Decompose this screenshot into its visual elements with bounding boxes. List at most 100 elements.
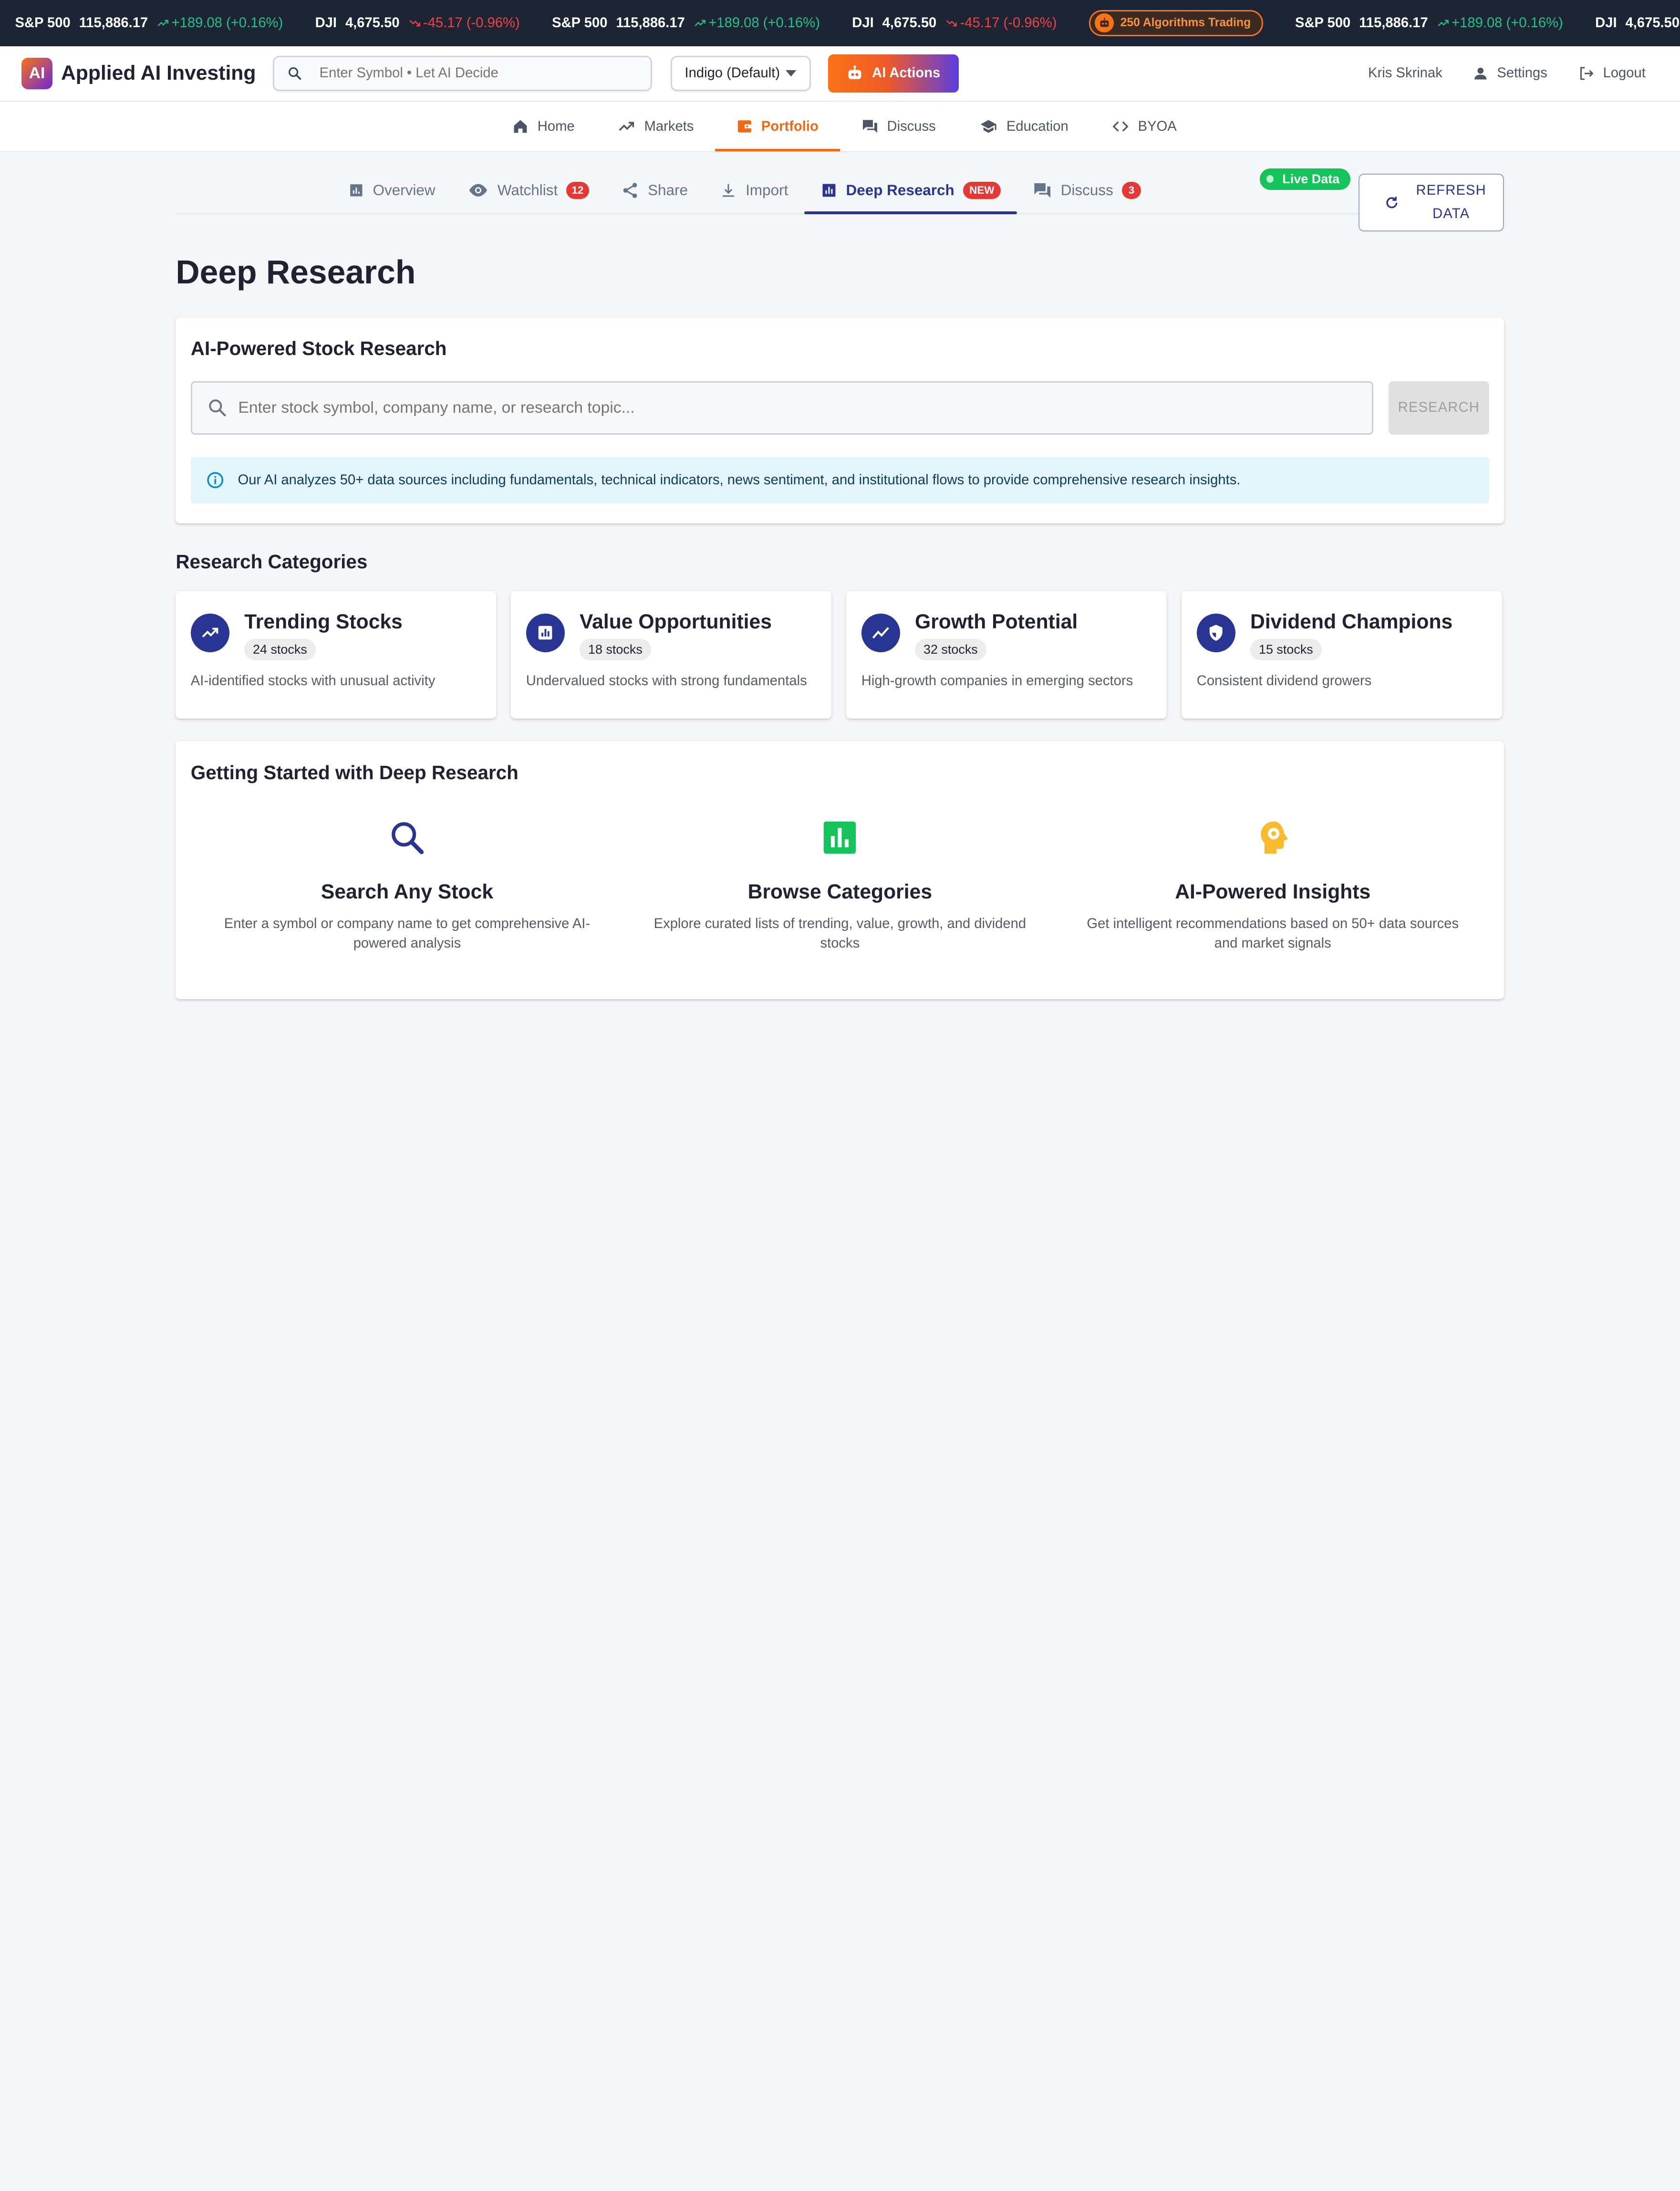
theme-select[interactable]: Indigo (Default) — [670, 55, 811, 91]
ticker-symbol: S&P 500 — [1295, 15, 1351, 31]
search-icon — [392, 822, 424, 854]
research-button[interactable]: RESEARCH — [1388, 381, 1489, 435]
research-card-title: AI-Powered Stock Research — [190, 337, 447, 359]
bar-chart-icon — [350, 184, 363, 197]
nav-discuss[interactable]: Discuss — [840, 102, 957, 151]
ticker-item: S&P 500 115,886.17 +189.08 (+0.16%) — [15, 15, 283, 31]
portfolio-tabs: Overview Watchlist 12 Share Import Deep … — [176, 167, 1365, 215]
ai-actions-label: AI Actions — [872, 65, 941, 81]
step-description: Explore curated lists of trending, value… — [653, 916, 1027, 951]
theme-select-value: Indigo (Default) — [684, 65, 780, 81]
step-title: Browse Categories — [747, 880, 933, 903]
category-description: AI-identified stocks with unusual activi… — [190, 673, 436, 689]
main-nav: Home Markets Portfolio Discuss Education… — [0, 102, 1680, 152]
settings-label: Settings — [1497, 65, 1547, 81]
home-icon — [514, 120, 527, 133]
page: S&P 500 115,886.17 +189.08 (+0.16%) DJI … — [0, 0, 1680, 1096]
category-card-value[interactable]: Value Opportunities 18 stocks Undervalue… — [511, 591, 831, 719]
category-card-trending[interactable]: Trending Stocks 24 stocks AI-identified … — [176, 591, 496, 719]
info-alert: Our AI analyzes 50+ data sources includi… — [190, 457, 1489, 503]
ticker-value: 4,675.50 — [1625, 15, 1680, 31]
bar-chart-icon — [824, 821, 856, 854]
user-name[interactable]: Kris Skrinak — [1368, 65, 1442, 81]
algorithms-trading-badge[interactable]: 250 Algorithms Trading — [1089, 10, 1263, 36]
ai-actions-button[interactable]: AI Actions — [828, 54, 959, 93]
ticker-item: DJI 4,675.50 -45.17 (-0.96%) — [852, 15, 1057, 31]
getting-started-card: Getting Started with Deep Research Searc… — [176, 741, 1504, 1000]
ticker-change: +189.08 (+0.16%) — [171, 15, 283, 31]
app-logo[interactable]: AI Applied AI Investing — [21, 58, 256, 89]
tab-overview-label: Overview — [373, 181, 436, 198]
step-browse: Browse Categories Explore curated lists … — [623, 816, 1056, 953]
nav-home-label: Home — [537, 118, 575, 134]
symbol-search[interactable] — [273, 55, 653, 91]
tab-discuss-label: Discuss — [1060, 181, 1113, 198]
nav-portfolio[interactable]: Portfolio — [715, 102, 840, 152]
tab-watchlist[interactable]: Watchlist 12 — [451, 167, 605, 213]
nav-markets[interactable]: Markets — [596, 102, 716, 151]
trending-down-icon — [409, 20, 420, 27]
person-icon — [1474, 68, 1487, 80]
symbol-search-input[interactable] — [319, 65, 620, 82]
research-input[interactable] — [238, 398, 1357, 417]
category-description: Consistent dividend growers — [1196, 673, 1372, 689]
category-title: Growth Potential — [915, 610, 1078, 634]
top-app-bar: AI Applied AI Investing Indigo (Default)… — [0, 46, 1680, 102]
ticker-change: +189.08 (+0.16%) — [708, 15, 820, 31]
trending-up-icon — [190, 613, 229, 652]
category-card-dividend[interactable]: Dividend Champions 15 stocks Consistent … — [1182, 591, 1502, 719]
ticker-item: DJI 4,675.50 — [1595, 15, 1680, 31]
ticker-change: -45.17 (-0.96%) — [960, 15, 1057, 31]
tab-watchlist-label: Watchlist — [497, 181, 558, 198]
robot-icon — [1094, 13, 1114, 33]
tab-import[interactable]: Import — [704, 167, 804, 213]
main-content: Deep Research AI-Powered Stock Research … — [176, 214, 1504, 1000]
watchlist-count-badge: 12 — [566, 181, 589, 199]
ticker-symbol: S&P 500 — [552, 15, 608, 31]
nav-portfolio-label: Portfolio — [761, 118, 819, 134]
psychology-icon — [1260, 821, 1287, 854]
tab-deep-research[interactable]: Deep Research NEW — [804, 167, 1017, 215]
nav-home[interactable]: Home — [490, 102, 596, 151]
live-indicator-dot — [1266, 175, 1274, 183]
search-icon — [289, 67, 301, 80]
ticker-symbol: S&P 500 — [15, 15, 71, 31]
nav-byoa[interactable]: BYOA — [1090, 102, 1198, 151]
ticker-symbol: DJI — [315, 15, 337, 31]
info-text: Our AI analyzes 50+ data sources includi… — [238, 472, 1241, 488]
forum-icon — [862, 120, 877, 133]
logout-label: Logout — [1603, 65, 1646, 81]
category-description: Undervalued stocks with strong fundament… — [526, 673, 807, 689]
nav-byoa-label: BYOA — [1138, 118, 1177, 134]
nav-education[interactable]: Education — [957, 102, 1090, 151]
refresh-label-line1: REFRESH — [1416, 183, 1486, 198]
school-icon — [980, 120, 996, 133]
code-icon — [1112, 121, 1129, 132]
tab-share[interactable]: Share — [605, 167, 704, 213]
settings-link[interactable]: Settings — [1473, 65, 1547, 82]
trending-up-icon — [695, 20, 705, 26]
ticker-change: +189.08 (+0.16%) — [1452, 15, 1563, 31]
show-chart-icon — [861, 613, 900, 652]
tab-discuss[interactable]: Discuss 3 — [1017, 167, 1157, 213]
category-card-growth[interactable]: Growth Potential 32 stocks High-growth c… — [846, 591, 1167, 719]
ticker-item: S&P 500 115,886.17 +189.08 (+0.16%) — [552, 15, 820, 31]
live-data-label: Live Data — [1282, 171, 1340, 186]
logout-link[interactable]: Logout — [1577, 65, 1646, 82]
research-search[interactable] — [190, 381, 1374, 435]
wallet-icon — [738, 120, 752, 133]
analytics-icon — [822, 184, 836, 197]
ticker-symbol: DJI — [852, 15, 874, 31]
category-title: Dividend Champions — [1250, 610, 1453, 634]
info-icon — [207, 472, 224, 489]
research-row: RESEARCH — [190, 381, 1489, 435]
download-icon — [723, 184, 735, 197]
market-ticker: S&P 500 115,886.17 +189.08 (+0.16%) DJI … — [0, 0, 1680, 46]
tab-overview[interactable]: Overview — [332, 167, 451, 213]
getting-started-title: Getting Started with Deep Research — [190, 761, 519, 783]
forum-icon — [1034, 183, 1051, 198]
trending-up-icon — [1438, 20, 1449, 26]
category-title: Trending Stocks — [244, 610, 403, 634]
user-menu: Kris Skrinak Settings Logout — [1368, 65, 1659, 82]
getting-started-steps: Search Any Stock Enter a symbol or compa… — [191, 816, 1489, 953]
